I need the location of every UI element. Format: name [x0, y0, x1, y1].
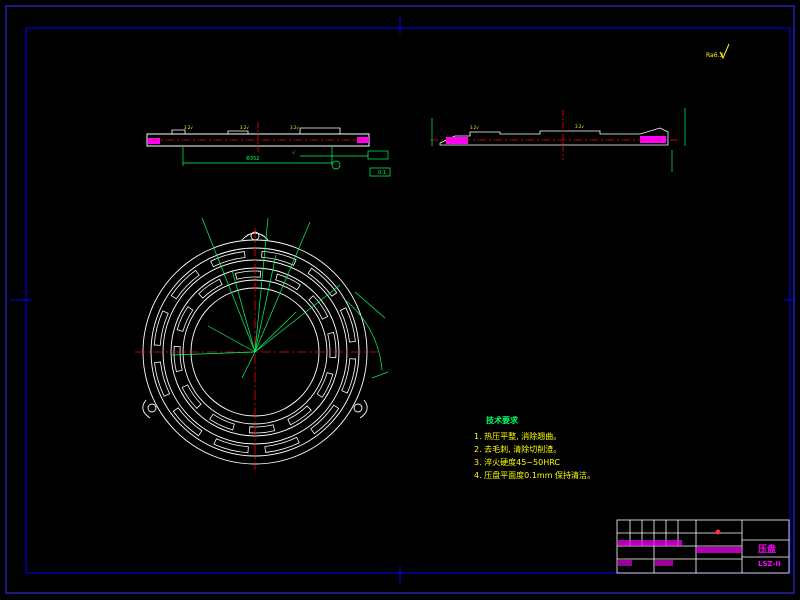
note-item-2: 2. 去毛刺, 清除切削渣。 — [474, 445, 562, 454]
section-view-right: 3.2√ 3.2√ — [430, 108, 686, 172]
note-item-3: 3. 淬火硬度45~50HRC — [474, 458, 560, 467]
ring-slot — [176, 306, 194, 332]
notes-title: 技术要求 — [486, 416, 518, 425]
svg-text:3.2√: 3.2√ — [184, 125, 193, 130]
plan-dimensions — [171, 217, 389, 379]
part-name: 压盘 — [758, 545, 777, 555]
ring-slot — [327, 331, 337, 359]
note-item-1: 1. 热压平整, 消除翘曲。 — [474, 432, 562, 441]
cad-drawing: Ra6.3 Φ352 √ 3.2√ 3.2√ 3.2√ 0.1 3.2√ 3.2… — [5, 5, 796, 594]
roughness-label: Ra6.3 — [706, 52, 723, 59]
svg-text:3.2√: 3.2√ — [290, 125, 299, 130]
svg-text:√: √ — [292, 150, 296, 156]
ring-slot — [316, 372, 334, 398]
svg-text:Φ352: Φ352 — [246, 156, 259, 162]
note-item-4: 4. 压盘平面度0.1mm 保持清洁。 — [474, 471, 596, 480]
ring-slot — [209, 413, 235, 431]
ring-slot — [275, 273, 301, 291]
section-view-left: Φ352 √ 3.2√ 3.2√ 3.2√ — [146, 122, 391, 177]
drawing-number: LSZ-II — [758, 560, 781, 568]
svg-text:3.2√: 3.2√ — [575, 124, 584, 129]
ring-slot — [173, 345, 183, 373]
sheet-frame — [5, 5, 796, 594]
svg-text:3.2√: 3.2√ — [470, 125, 479, 130]
ring-slot — [248, 424, 276, 434]
ring-slot — [234, 270, 262, 280]
svg-text:3.2√: 3.2√ — [240, 125, 249, 130]
flatness-tolerance: 0.1 — [378, 170, 386, 176]
technical-requirements: 技术要求 1. 热压平整, 消除翘曲。 2. 去毛刺, 清除切削渣。 3. 淬火… — [474, 414, 595, 482]
